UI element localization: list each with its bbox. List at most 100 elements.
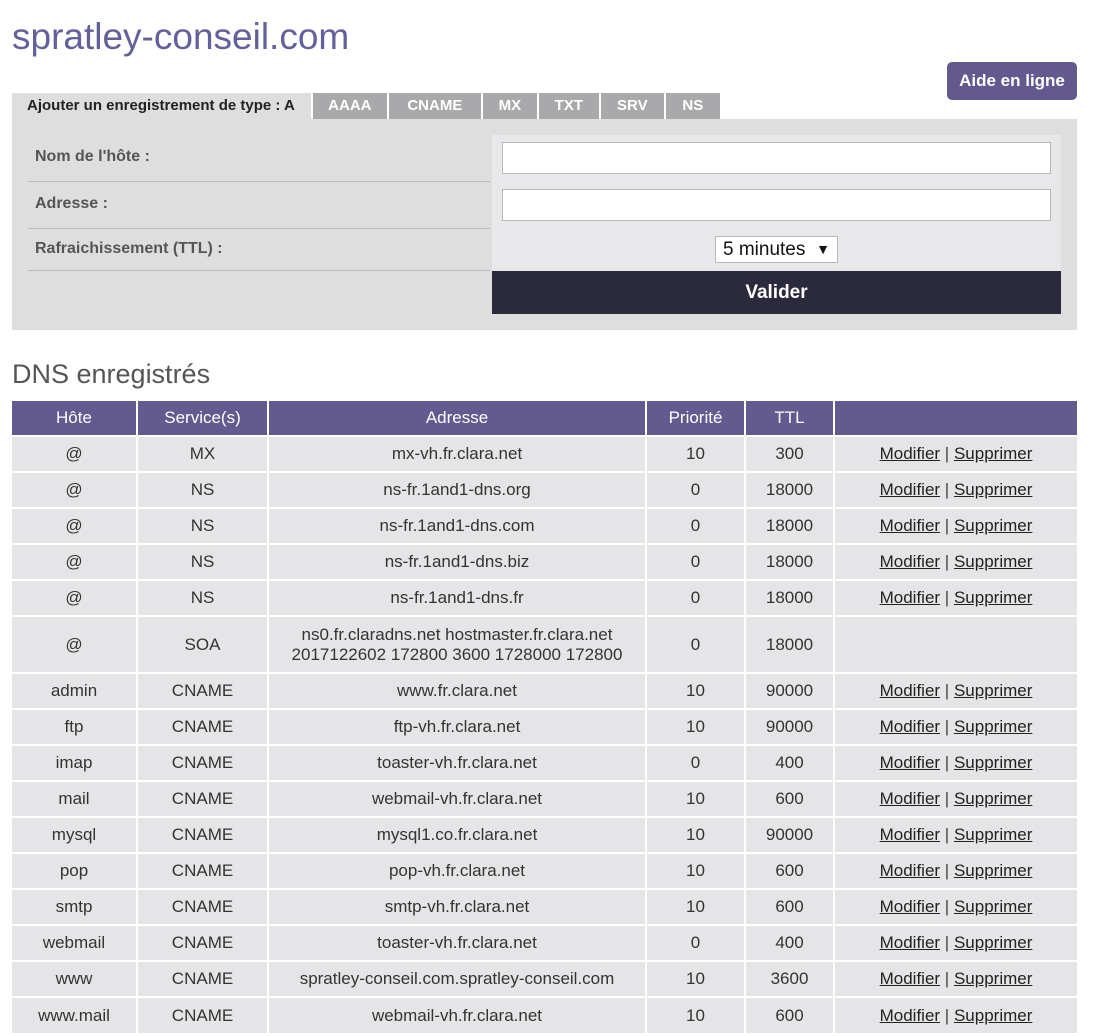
ttl-select[interactable]: 5 minutes ▼ [715, 236, 838, 263]
delete-link[interactable]: Supprimer [954, 789, 1032, 808]
delete-link[interactable]: Supprimer [954, 480, 1032, 499]
tab-txt[interactable]: TXT [538, 93, 601, 119]
modify-link[interactable]: Modifier [880, 825, 940, 844]
cell-host: www [12, 960, 138, 997]
modify-link[interactable]: Modifier [880, 861, 940, 880]
cell-host: imap [12, 744, 138, 781]
tab-a[interactable]: Ajouter un enregistrement de type : A [12, 93, 313, 119]
delete-link[interactable]: Supprimer [954, 516, 1032, 535]
cell-actions: Modifier | Supprimer [834, 543, 1077, 580]
dropdown-arrow-icon: ▼ [816, 241, 830, 257]
cell-ttl: 18000 [745, 615, 835, 673]
modify-link[interactable]: Modifier [880, 480, 940, 499]
modify-link[interactable]: Modifier [880, 1006, 940, 1025]
tab-cname[interactable]: CNAME [388, 93, 483, 119]
cell-host: @ [12, 579, 138, 616]
delete-link[interactable]: Supprimer [954, 588, 1032, 607]
delete-link[interactable]: Supprimer [954, 444, 1032, 463]
cell-address: ns0.fr.claradns.net hostmaster.fr.clara.… [268, 615, 647, 673]
cell-actions: Modifier | Supprimer [834, 507, 1077, 544]
modify-link[interactable]: Modifier [880, 897, 940, 916]
tab-srv[interactable]: SRV [600, 93, 666, 119]
cell-address: toaster-vh.fr.clara.net [268, 924, 647, 961]
cell-address: spratley-conseil.com.spratley-conseil.co… [268, 960, 647, 997]
modify-link[interactable]: Modifier [880, 588, 940, 607]
cell-host: ftp [12, 708, 138, 745]
modify-link[interactable]: Modifier [880, 552, 940, 571]
table-row: @ NS ns-fr.1and1-dns.com 0 18000 Modifier | S… [12, 507, 1077, 544]
cell-service: NS [137, 579, 269, 616]
cell-priority: 10 [646, 708, 746, 745]
delete-link[interactable]: Supprimer [954, 897, 1032, 916]
modify-link[interactable]: Modifier [880, 444, 940, 463]
delete-link[interactable]: Supprimer [954, 969, 1032, 988]
delete-link[interactable]: Supprimer [954, 717, 1032, 736]
cell-address: www.fr.clara.net [268, 672, 647, 709]
delete-link[interactable]: Supprimer [954, 552, 1032, 571]
cell-actions: Modifier | Supprimer [834, 672, 1077, 709]
submit-button[interactable]: Valider [492, 271, 1061, 314]
cell-priority: 0 [646, 579, 746, 616]
form-inputs-column: 5 minutes ▼ [492, 135, 1061, 271]
action-separator: | [940, 933, 954, 952]
modify-link[interactable]: Modifier [880, 969, 940, 988]
cell-actions: Modifier | Supprimer [834, 996, 1077, 1033]
cell-address: ns-fr.1and1-dns.com [268, 507, 647, 544]
cell-host: pop [12, 852, 138, 889]
delete-link[interactable]: Supprimer [954, 753, 1032, 772]
modify-link[interactable]: Modifier [880, 789, 940, 808]
cell-priority: 0 [646, 471, 746, 508]
table-row: ftp CNAME ftp-vh.fr.clara.net 10 90000 Modifi… [12, 708, 1077, 745]
table-row: @ NS ns-fr.1and1-dns.org 0 18000 Modifier | S… [12, 471, 1077, 508]
cell-service: CNAME [137, 816, 269, 853]
cell-ttl: 90000 [745, 672, 835, 709]
modify-link[interactable]: Modifier [880, 516, 940, 535]
cell-address: mysql1.co.fr.clara.net [268, 816, 647, 853]
cell-actions: Modifier | Supprimer [834, 708, 1077, 745]
cell-actions: Modifier | Supprimer [834, 888, 1077, 925]
action-separator: | [940, 969, 954, 988]
tab-aaaa[interactable]: AAAA [312, 93, 389, 119]
cell-priority: 0 [646, 543, 746, 580]
delete-link[interactable]: Supprimer [954, 825, 1032, 844]
modify-link[interactable]: Modifier [880, 717, 940, 736]
column-header-actions [834, 401, 1077, 436]
cell-priority: 0 [646, 615, 746, 673]
delete-link[interactable]: Supprimer [954, 1006, 1032, 1025]
cell-address: toaster-vh.fr.clara.net [268, 744, 647, 781]
delete-link[interactable]: Supprimer [954, 681, 1032, 700]
cell-actions: Modifier | Supprimer [834, 435, 1077, 472]
host-name-label: Nom de l'hôte : [28, 135, 490, 182]
table-row: www CNAME spratley-conseil.com.spratley-co… [12, 960, 1077, 997]
cell-ttl: 600 [745, 780, 835, 817]
host-name-input[interactable] [502, 142, 1051, 174]
tab-ns[interactable]: NS [665, 93, 720, 119]
table-row: smtp CNAME smtp-vh.fr.clara.net 10 600 Modifi… [12, 888, 1077, 925]
delete-link[interactable]: Supprimer [954, 933, 1032, 952]
delete-link[interactable]: Supprimer [954, 861, 1032, 880]
help-button[interactable]: Aide en ligne [947, 62, 1077, 100]
address-input[interactable] [502, 189, 1051, 221]
cell-actions: Modifier | Supprimer [834, 960, 1077, 997]
cell-actions: Modifier | Supprimer [834, 924, 1077, 961]
cell-actions: Modifier | Supprimer [834, 579, 1077, 616]
cell-priority: 10 [646, 780, 746, 817]
action-separator: | [940, 717, 954, 736]
modify-link[interactable]: Modifier [880, 681, 940, 700]
action-separator: | [940, 588, 954, 607]
modify-link[interactable]: Modifier [880, 753, 940, 772]
action-separator: | [940, 516, 954, 535]
dns-records-table: Hôte Service(s) Adresse Priorité TTL @ MX… [12, 401, 1077, 1033]
table-row: @ NS ns-fr.1and1-dns.biz 0 18000 Modifier | S… [12, 543, 1077, 580]
site-title: spratley-conseil.com [12, 16, 350, 57]
tab-mx[interactable]: MX [482, 93, 539, 119]
cell-ttl: 18000 [745, 471, 835, 508]
ttl-label: Rafraichissement (TTL) : [28, 229, 490, 271]
cell-address: ns-fr.1and1-dns.biz [268, 543, 647, 580]
cell-address: webmail-vh.fr.clara.net [268, 780, 647, 817]
modify-link[interactable]: Modifier [880, 933, 940, 952]
cell-address: pop-vh.fr.clara.net [268, 852, 647, 889]
action-separator: | [940, 552, 954, 571]
cell-host: smtp [12, 888, 138, 925]
cell-host: admin [12, 672, 138, 709]
